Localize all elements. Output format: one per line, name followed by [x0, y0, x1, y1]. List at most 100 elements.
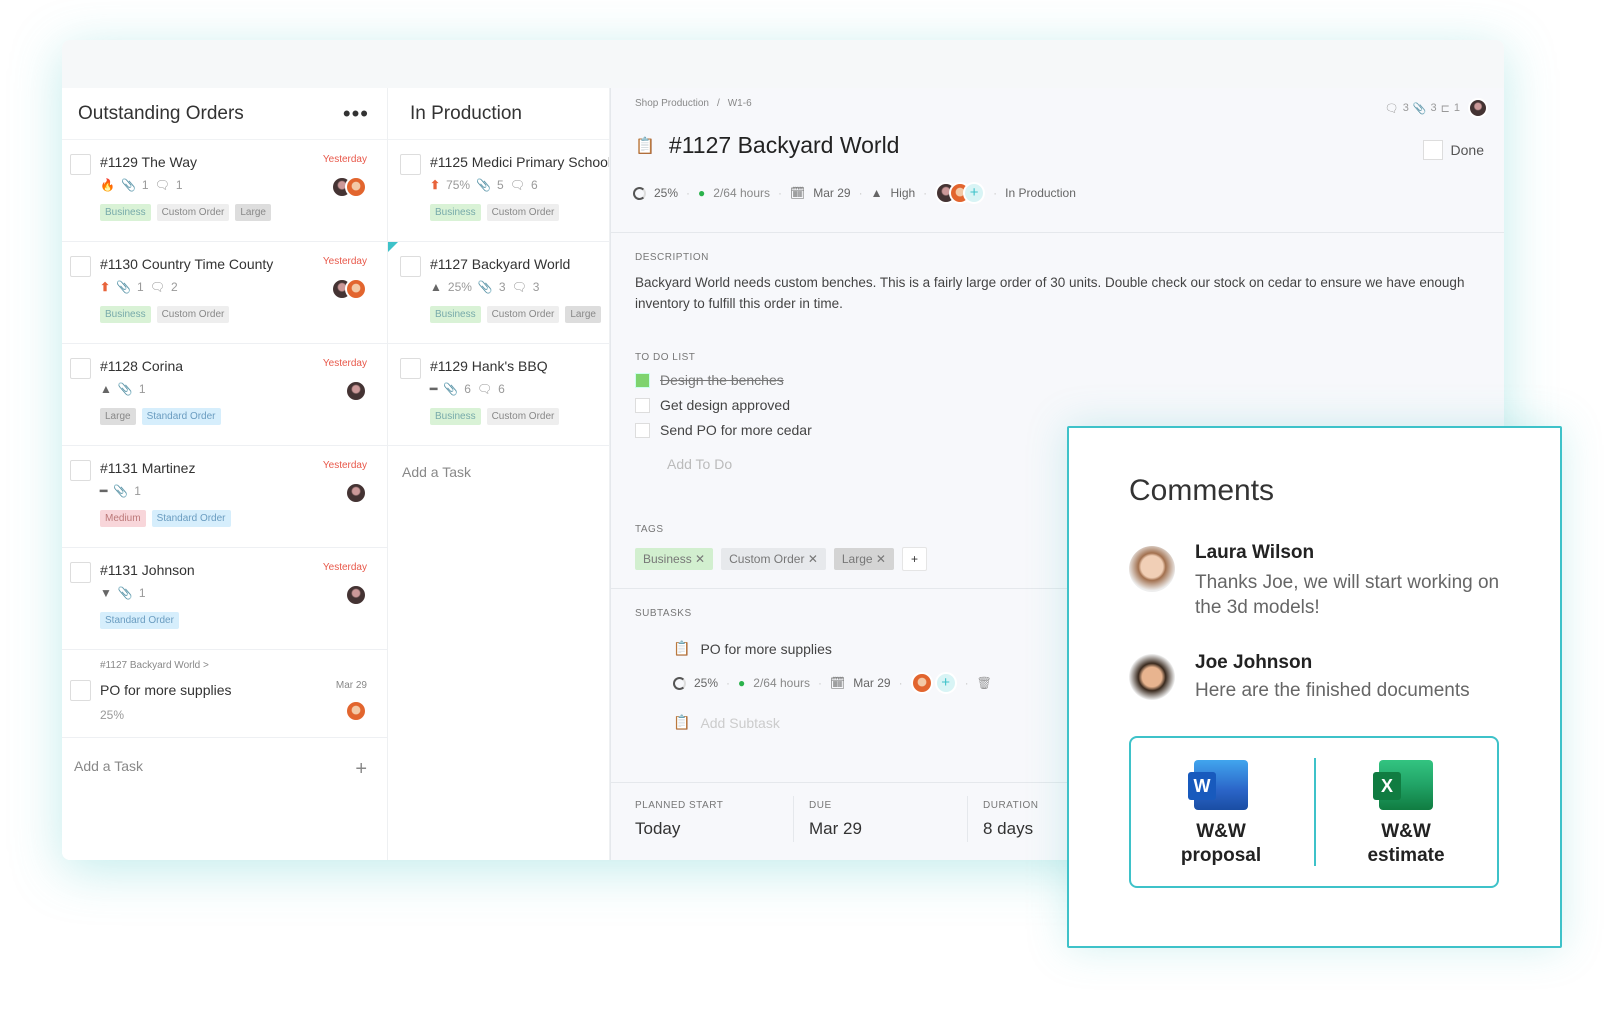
tag-label: Business [643, 552, 692, 566]
fire-icon: 🔥 [100, 178, 115, 192]
task-card-selected[interactable]: #1127 Backyard World ▲ 25% 📎 3 🗨 3 Business Cu… [388, 242, 609, 344]
triangle-down-icon: ▼ [100, 586, 112, 600]
card-progress: 75% [446, 178, 471, 192]
planned-start-field[interactable]: PLANNED START Today [635, 800, 723, 839]
add-todo-input[interactable]: Add To Do [667, 456, 732, 472]
status-dot-icon: ● [698, 186, 706, 200]
todo-checkbox-checked[interactable] [635, 372, 650, 388]
card-title: #1129 The Way [100, 154, 198, 170]
tag-chip[interactable]: Large ✕ [833, 548, 894, 570]
card-progress: 25% [100, 708, 125, 722]
comment-count: 1 [175, 178, 183, 192]
card-title: PO for more supplies [100, 682, 232, 698]
done-checkbox[interactable] [1422, 140, 1443, 160]
title-bar [62, 40, 1504, 88]
tag: Business [100, 204, 151, 221]
add-task-button[interactable]: Add a Task + [62, 738, 387, 801]
file-attachment[interactable]: W W&W proposal [1131, 760, 1311, 868]
comment-text: Thanks Joe, we will start working on the… [1195, 572, 1500, 618]
dash-icon: ━ [100, 484, 108, 498]
task-checkbox[interactable] [400, 358, 421, 379]
section-label: TO DO LIST [635, 352, 696, 363]
card-title: #1129 Hank's BBQ [430, 358, 548, 374]
duration-field[interactable]: DURATION 8 days [983, 800, 1038, 839]
comment-count: 3 [1402, 102, 1409, 114]
attachment-count: 6 [464, 382, 471, 396]
task-checkbox[interactable] [70, 256, 91, 277]
task-checkbox[interactable] [70, 562, 91, 583]
task-card[interactable]: #1128 Corina Yesterday ▲ 📎 1 Large Standard… [62, 344, 387, 446]
task-checkbox[interactable] [70, 460, 91, 481]
trash-icon[interactable]: 🗑 [977, 676, 992, 690]
card-progress: 25% [447, 280, 472, 294]
tag: Custom Order [486, 306, 560, 323]
tag: Large [235, 204, 271, 221]
task-card[interactable]: #1125 Medici Primary School ⬆ 75% 📎 5 🗨 6 Bus… [388, 140, 609, 242]
task-checkbox[interactable] [70, 154, 91, 175]
comment-icon: 🗨 [154, 178, 170, 192]
avatar[interactable] [1468, 98, 1488, 118]
paperclip-icon: 📎 [476, 178, 492, 192]
progress-value[interactable]: 25% [654, 186, 678, 200]
field-label: DUE [809, 800, 832, 811]
todo-checkbox[interactable] [635, 422, 650, 438]
card-date: Yesterday [322, 358, 367, 369]
add-subtask-input[interactable]: Add Subtask [700, 715, 779, 731]
task-card[interactable]: #1131 Martinez Yesterday ━ 📎 1 Medium Stand… [62, 446, 387, 548]
breadcrumb-list[interactable]: W1-6 [728, 98, 752, 109]
add-task-button[interactable]: Add a Task [388, 446, 609, 498]
hours-value[interactable]: 2/64 hours [713, 186, 770, 200]
comment-author: Laura Wilson [1195, 542, 1315, 563]
assignees [345, 380, 367, 402]
tag-chip[interactable]: Business ✕ [635, 548, 714, 570]
more-dots-icon[interactable]: ••• [343, 101, 369, 127]
description-text[interactable]: Backyard World needs custom benches. Thi… [635, 272, 1465, 314]
close-icon[interactable]: ✕ [808, 552, 818, 566]
task-checkbox[interactable] [70, 680, 91, 701]
word-icon-letter: W [1188, 772, 1216, 800]
todo-item[interactable]: Send PO for more cedar [635, 422, 812, 438]
progress-ring-icon [633, 186, 646, 200]
tag-chip[interactable]: Custom Order ✕ [721, 548, 826, 570]
task-checkbox[interactable] [70, 358, 91, 379]
close-icon[interactable]: ✕ [695, 552, 705, 566]
task-card[interactable]: #1130 Country Time County Yesterday ⬆ 📎 1 🗨… [62, 242, 387, 344]
subtask-count: 1 [1453, 102, 1460, 114]
tag: Business [430, 306, 481, 323]
priority-value[interactable]: High [890, 186, 915, 200]
task-card[interactable]: #1129 The Way Yesterday 🔥 📎 1 🗨 1 Business Cu… [62, 140, 387, 242]
todo-item[interactable]: Design the benches [635, 372, 784, 388]
clipboard-icon: 📋 [635, 137, 655, 155]
tag: Business [430, 204, 481, 221]
assignees [345, 700, 367, 722]
plus-icon[interactable]: + [355, 758, 367, 781]
add-tag-button[interactable]: + [901, 547, 927, 571]
task-card[interactable]: #1131 Johnson Yesterday ▼ 📎 1 Standard Ord… [62, 548, 387, 650]
subtask-hours[interactable]: 2/64 hours [753, 676, 810, 690]
add-assignee-icon[interactable]: + [963, 182, 986, 204]
subtask-due[interactable]: Mar 29 [853, 676, 890, 690]
card-title: #1125 Medici Primary School [430, 154, 610, 170]
todo-checkbox[interactable] [635, 397, 650, 413]
status-value[interactable]: In Production [1005, 186, 1076, 200]
subtask-progress[interactable]: 25% [694, 676, 718, 690]
word-icon: W [1188, 760, 1248, 810]
task-card[interactable]: #1129 Hank's BBQ ━ 📎 6 🗨 6 Business Custom Or… [388, 344, 609, 446]
task-checkbox[interactable] [400, 154, 421, 175]
breadcrumb-project[interactable]: Shop Production [635, 98, 709, 109]
close-icon[interactable]: ✕ [876, 552, 886, 566]
avatar-joe-johnson [1129, 654, 1175, 700]
task-checkbox[interactable] [400, 256, 421, 277]
parent-link[interactable]: #1127 Backyard World > [100, 660, 209, 671]
task-title[interactable]: #1127 Backyard World [669, 132, 900, 159]
todo-item[interactable]: Get design approved [635, 397, 790, 413]
avatar [910, 672, 933, 694]
due-field[interactable]: DUE Mar 29 [809, 800, 862, 839]
column-title: Outstanding Orders [78, 102, 244, 124]
file-attachment[interactable]: X W&W estimate [1316, 760, 1496, 868]
due-date[interactable]: Mar 29 [813, 186, 850, 200]
subtask-card[interactable]: #1127 Backyard World > PO for more suppl… [62, 650, 387, 738]
add-assignee-icon[interactable]: + [934, 672, 957, 694]
subtask-title[interactable]: PO for more supplies [700, 641, 832, 657]
section-label: SUBTASKS [635, 608, 692, 619]
